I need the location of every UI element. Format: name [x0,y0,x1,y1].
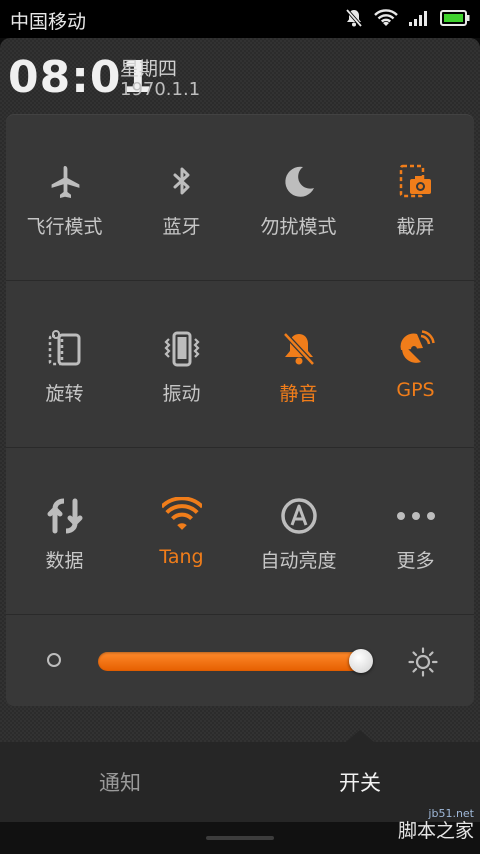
toggle-more[interactable]: 更多 [357,448,474,614]
toggle-label: 飞行模式 [26,216,103,238]
toggle-rotate[interactable]: 旋转 [6,281,123,447]
toggle-mobile-data[interactable]: 数据 [6,448,123,614]
toggle-label: 蓝牙 [162,216,201,238]
brightness-low-icon [46,652,62,672]
toggle-label: 数据 [45,550,84,572]
screenshot-icon [396,162,436,202]
toggle-auto-brightness[interactable]: 自动亮度 [240,448,357,614]
airplane-icon [45,162,85,202]
auto-brightness-icon [279,496,319,536]
brightness-slider[interactable] [98,652,364,671]
watermark-site: jb51.net [428,807,474,820]
toggle-label: 勿扰模式 [260,216,337,238]
toggle-row: 旋转 振动 静音 GPS [6,281,474,448]
weekday: 星期四 [120,58,178,80]
watermark-name: 脚本之家 [397,820,474,842]
carrier-name: 中国移动 [10,11,87,33]
toggle-label: 更多 [396,550,435,572]
gps-icon [396,329,436,369]
status-bar: 中国移动 [0,0,480,38]
toggle-vibrate[interactable]: 振动 [123,281,240,447]
vibrate-icon [162,329,202,369]
mute-notification-icon [344,8,364,28]
toggle-label: GPS [396,379,435,401]
bluetooth-icon [162,162,202,202]
more-icon [396,496,436,536]
battery-icon [440,9,470,27]
toggle-label: 静音 [279,383,318,405]
toggle-bluetooth[interactable]: 蓝牙 [123,114,240,280]
toggle-gps[interactable]: GPS [357,281,474,447]
toggle-label: 自动亮度 [260,550,337,572]
toggle-row: 飞行模式 蓝牙 勿扰模式 截屏 [6,114,474,281]
brightness-slider-row [6,614,474,706]
moon-icon [279,162,319,202]
toggle-label: 截屏 [396,216,435,238]
brightness-high-icon [408,647,438,681]
wifi-status-icon [374,8,398,28]
toggle-row: 数据 Tang 自动亮度 更多 [6,448,474,615]
signal-icon [408,9,430,27]
toggle-panel: 飞行模式 蓝牙 勿扰模式 截屏 旋转 振动 静音 GPS 数据 Tang 自动亮… [6,114,474,706]
status-icons [344,8,470,28]
toggle-label: 振动 [162,383,201,405]
wifi-icon [161,496,202,536]
watermark: jb51.net 脚本之家 [398,808,474,841]
data-icon [45,496,85,536]
toggle-do-not-disturb[interactable]: 勿扰模式 [240,114,357,280]
mute-icon [279,329,319,369]
toggle-screenshot[interactable]: 截屏 [357,114,474,280]
date: 1970.1.1 [120,79,201,100]
toggle-wifi[interactable]: Tang [123,448,240,614]
toggle-airplane[interactable]: 飞行模式 [6,114,123,280]
toggle-label: 旋转 [45,383,84,405]
tab-notifications[interactable]: 通知 [0,742,240,822]
selected-tab-indicator [346,730,374,742]
rotate-icon [45,329,85,369]
brightness-slider-thumb[interactable] [349,649,374,673]
notification-shade: 08:01 星期四 1970.1.1 飞行模式 蓝牙 勿扰模式 截屏 旋转 振动… [0,38,480,742]
toggle-mute[interactable]: 静音 [240,281,357,447]
toggle-label: Tang [159,546,204,568]
drag-handle[interactable] [206,836,274,840]
